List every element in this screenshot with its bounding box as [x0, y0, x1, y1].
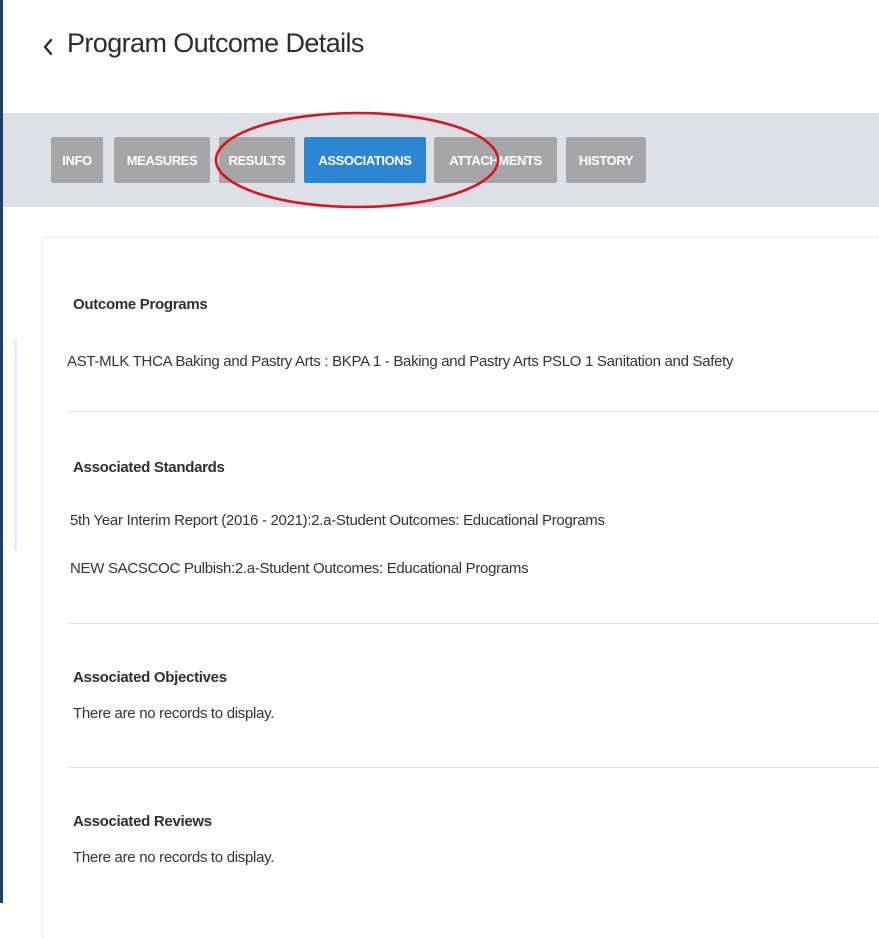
tab-associations[interactable]: ASSOCIATIONS: [304, 137, 426, 183]
section-divider: [67, 767, 879, 768]
left-edge-accent: [14, 340, 17, 550]
reviews-empty-message: There are no records to display.: [73, 849, 275, 866]
tab-results[interactable]: RESULTS: [219, 137, 295, 183]
associated-standards-title: Associated Standards: [73, 459, 225, 476]
standard-item: NEW SACSCOC Pulbish:2.a-Student Outcomes…: [70, 560, 529, 577]
associated-reviews-title: Associated Reviews: [73, 813, 212, 830]
chevron-left-icon: [38, 32, 60, 60]
tab-attachments[interactable]: ATTACHMENTS: [434, 137, 557, 183]
tab-history[interactable]: HISTORY: [566, 137, 646, 183]
tab-measures[interactable]: MEASURES: [114, 137, 210, 183]
associated-objectives-title: Associated Objectives: [73, 669, 227, 686]
details-card: [43, 238, 879, 938]
back-button[interactable]: [38, 32, 60, 60]
objectives-empty-message: There are no records to display.: [73, 705, 275, 722]
section-divider: [67, 623, 879, 624]
outcome-program-item: AST-MLK THCA Baking and Pastry Arts : BK…: [67, 353, 734, 370]
page-title: Program Outcome Details: [67, 28, 364, 58]
section-divider: [67, 411, 879, 412]
tab-info[interactable]: INFO: [51, 137, 103, 183]
outcome-programs-title: Outcome Programs: [73, 296, 208, 313]
standard-item: 5th Year Interim Report (2016 - 2021):2.…: [70, 512, 605, 529]
